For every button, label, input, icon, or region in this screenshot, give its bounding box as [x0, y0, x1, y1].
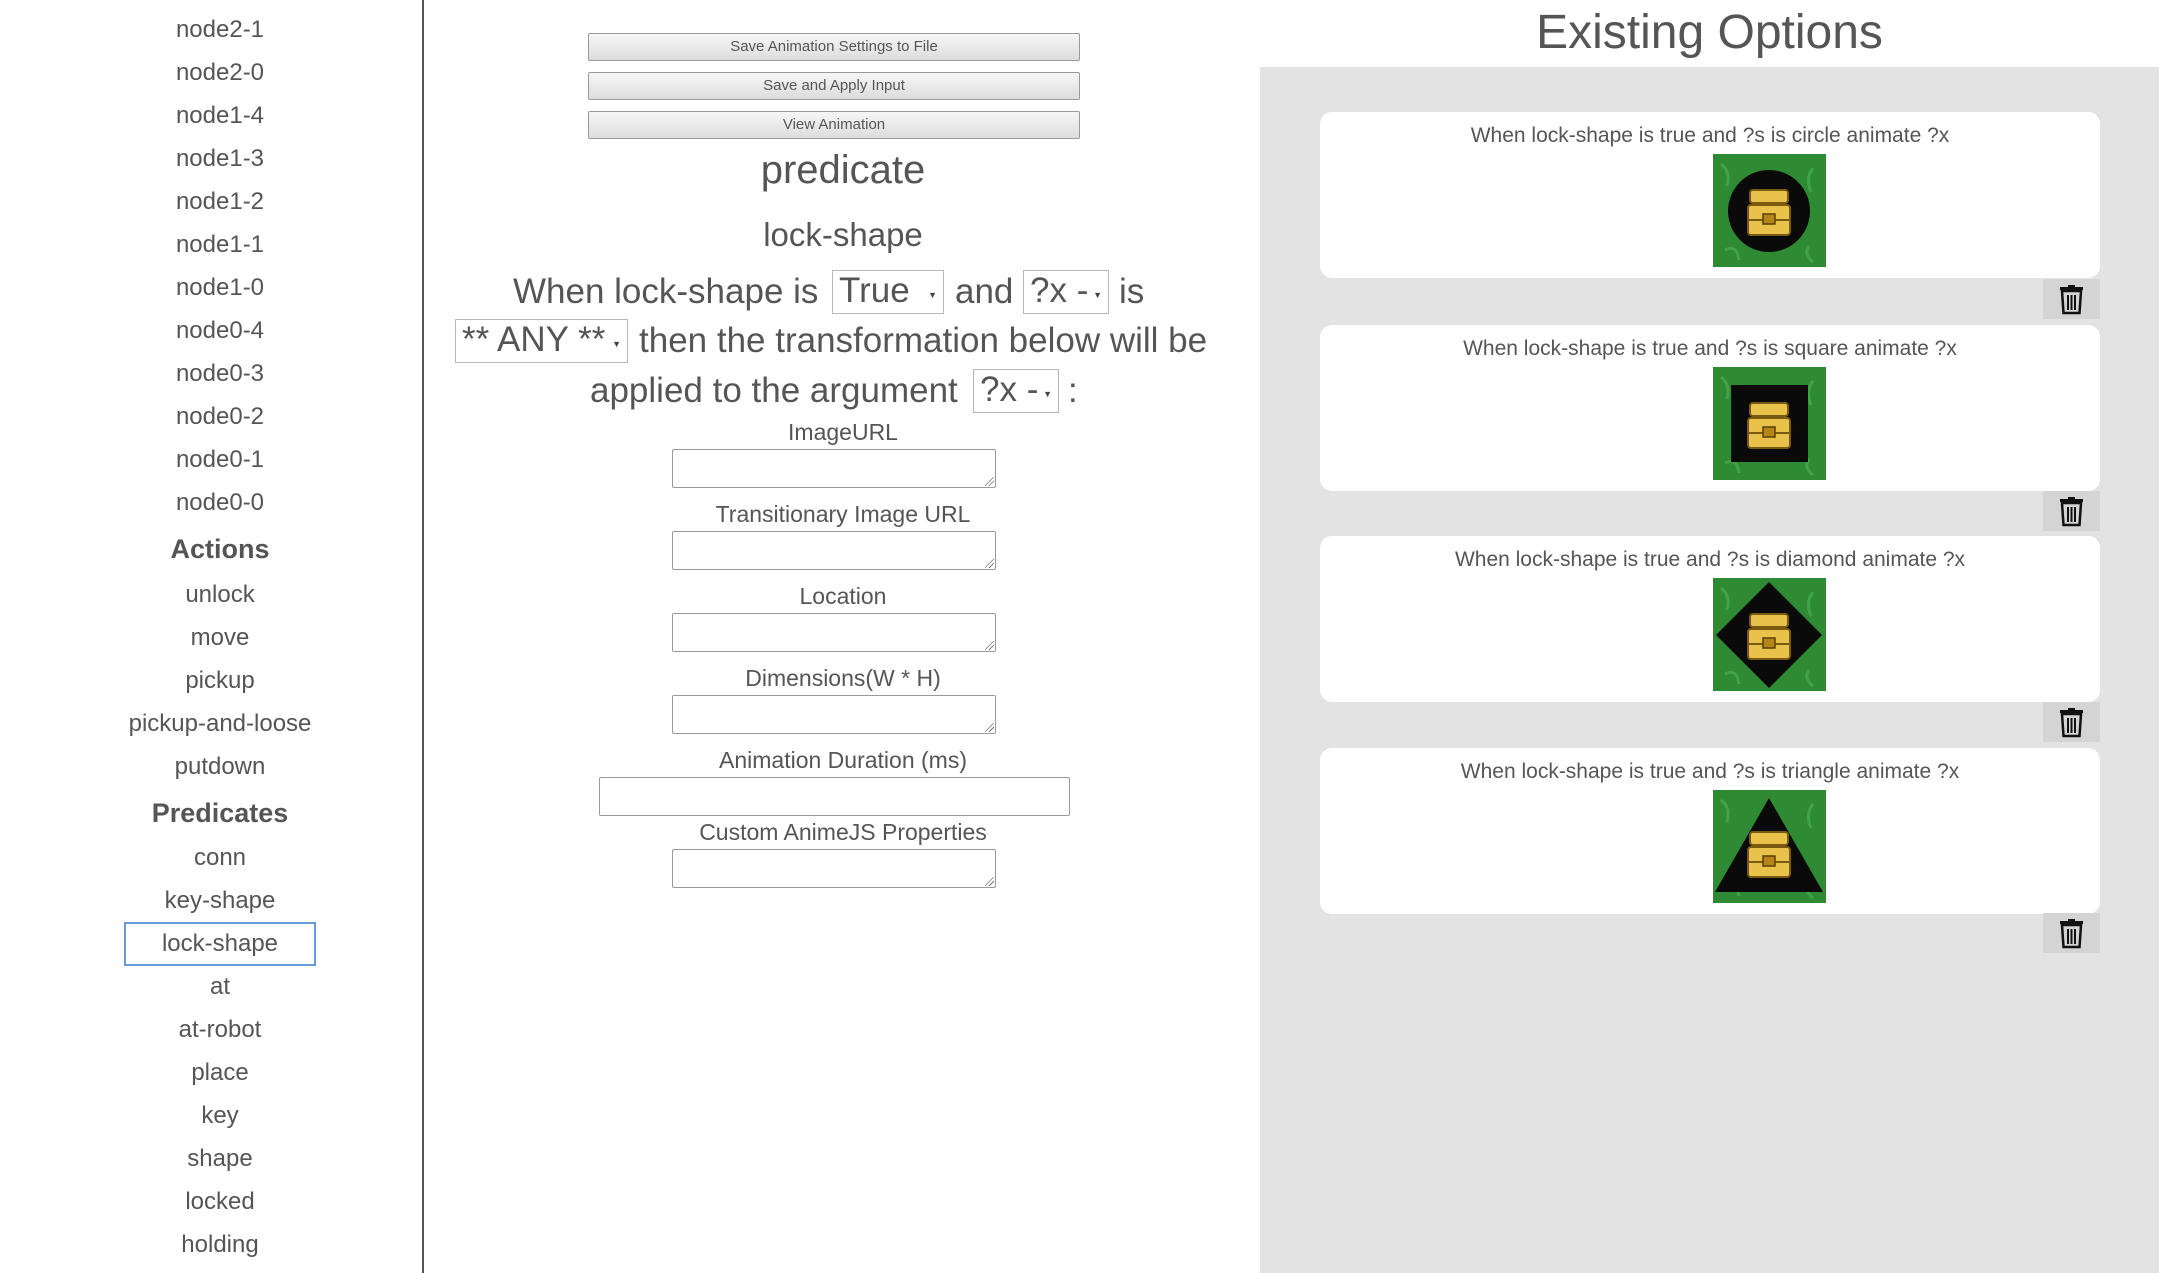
lock-chest-icon [1713, 578, 1826, 691]
sentence-part-4: then the transformation below will be [639, 321, 1208, 360]
sidebar-item-locked[interactable]: locked [0, 1187, 440, 1217]
option-card-triangle[interactable]: When lock-shape is true and ?s is triang… [1320, 748, 2100, 914]
arg-select[interactable]: ?x - ▼ [1023, 270, 1109, 314]
chevron-down-icon: ▼ [1043, 389, 1052, 399]
sidebar-item-pickup-and-loose[interactable]: pickup-and-loose [0, 709, 440, 739]
object-select-value: ** ANY ** [462, 320, 606, 359]
sentence-part-6: : [1068, 371, 1078, 410]
duration-input[interactable] [599, 777, 1070, 816]
save-apply-button[interactable]: Save and Apply Input [588, 72, 1080, 100]
dimensions-label: Dimensions(W * H) [745, 665, 941, 691]
sidebar-item-node0-1[interactable]: node0-1 [0, 445, 440, 475]
sidebar-item-pickup[interactable]: pickup [0, 666, 440, 696]
truth-select[interactable]: True ▼ [832, 270, 944, 314]
sidebar-item-node0-2[interactable]: node0-2 [0, 402, 440, 432]
trash-icon [2060, 497, 2083, 527]
option-card-circle[interactable]: When lock-shape is true and ?s is circle… [1320, 112, 2100, 278]
option-caption: When lock-shape is true and ?s is square… [1463, 337, 1957, 360]
predicates-heading: Predicates [151, 798, 289, 828]
arg-select-value: ?x - [1030, 271, 1089, 310]
existing-options-header: Existing Options [1260, 0, 2159, 67]
custom-properties-label: Custom AnimeJS Properties [699, 819, 987, 845]
delete-option-button[interactable] [2043, 491, 2100, 531]
actions-heading: Actions [170, 534, 270, 564]
custom-properties-input[interactable] [672, 849, 996, 888]
sidebar-item-shape[interactable]: shape [0, 1144, 440, 1174]
sidebar-item-putdown[interactable]: putdown [0, 752, 440, 782]
option-caption: When lock-shape is true and ?s is diamon… [1454, 548, 1966, 571]
existing-options-panel: Existing Options When lock-shape is true… [1260, 0, 2159, 1273]
resize-grip-icon[interactable] [985, 559, 994, 568]
sidebar-item-node1-2[interactable]: node1-2 [0, 187, 440, 217]
sidebar-item-key[interactable]: key [0, 1101, 440, 1131]
sidebar-item-at-robot[interactable]: at-robot [0, 1015, 440, 1045]
trash-icon [2060, 285, 2083, 315]
lock-chest-icon [1713, 154, 1826, 267]
lock-chest-icon [1713, 790, 1826, 903]
resize-grip-icon[interactable] [985, 641, 994, 650]
chevron-down-icon: ▼ [928, 290, 937, 300]
sentence-part-1: When lock-shape is [513, 272, 819, 311]
sentence-part-3: is [1119, 272, 1145, 311]
resize-grip-icon[interactable] [985, 477, 994, 486]
target-select-value: ?x - [980, 370, 1039, 409]
trash-icon [2060, 708, 2083, 738]
view-animation-button[interactable]: View Animation [588, 111, 1080, 139]
transitional-url-label: Transitionary Image URL [715, 501, 971, 527]
transitional-url-input[interactable] [672, 531, 996, 570]
sidebar-item-node2-1[interactable]: node2-1 [0, 15, 440, 45]
delete-option-button[interactable] [2043, 913, 2100, 953]
location-label: Location [799, 583, 887, 609]
sidebar-item-node1-3[interactable]: node1-3 [0, 144, 440, 174]
sidebar-item-place[interactable]: place [0, 1058, 440, 1088]
type-title: predicate [760, 148, 926, 192]
location-input[interactable] [672, 613, 996, 652]
sidebar: node2-1 node2-0 node1-4 node1-3 node1-2 … [0, 0, 424, 1273]
sentence-part-2: and [955, 272, 1014, 311]
sidebar-item-node0-3[interactable]: node0-3 [0, 359, 440, 389]
predicate-name: lock-shape [763, 216, 923, 253]
option-caption: When lock-shape is true and ?s is triang… [1460, 760, 1960, 783]
target-select[interactable]: ?x - ▼ [973, 369, 1059, 413]
save-settings-button[interactable]: Save Animation Settings to File [588, 33, 1080, 61]
sidebar-item-node0-4[interactable]: node0-4 [0, 316, 440, 346]
sidebar-item-node1-4[interactable]: node1-4 [0, 101, 440, 131]
sidebar-item-conn[interactable]: conn [0, 843, 440, 873]
sidebar-item-move[interactable]: move [0, 623, 440, 653]
duration-label: Animation Duration (ms) [719, 747, 967, 773]
sidebar-item-at[interactable]: at [0, 972, 440, 1002]
image-url-label: ImageURL [788, 419, 898, 445]
option-card-diamond[interactable]: When lock-shape is true and ?s is diamon… [1320, 536, 2100, 702]
chevron-down-icon: ▼ [1093, 290, 1102, 300]
animation-form: Save Animation Settings to File Save and… [426, 0, 1260, 1273]
sidebar-item-node0-0[interactable]: node0-0 [0, 488, 440, 518]
delete-option-button[interactable] [2043, 702, 2100, 742]
image-url-input[interactable] [672, 449, 996, 488]
resize-grip-icon[interactable] [985, 723, 994, 732]
lock-chest-icon [1713, 367, 1826, 480]
sidebar-item-unlock[interactable]: unlock [0, 580, 440, 610]
sidebar-item-lock-shape[interactable]: lock-shape [124, 922, 316, 966]
resize-grip-icon[interactable] [985, 877, 994, 886]
option-card-square[interactable]: When lock-shape is true and ?s is square… [1320, 325, 2100, 491]
sidebar-item-key-shape[interactable]: key-shape [0, 886, 440, 916]
chevron-down-icon: ▼ [612, 339, 621, 349]
delete-option-button[interactable] [2043, 279, 2100, 319]
sidebar-item-node2-0[interactable]: node2-0 [0, 58, 440, 88]
trash-icon [2060, 919, 2083, 949]
sidebar-item-node1-0[interactable]: node1-0 [0, 273, 440, 303]
truth-select-value: True [839, 271, 910, 310]
dimensions-input[interactable] [672, 695, 996, 734]
object-select[interactable]: ** ANY ** ▼ [455, 319, 628, 363]
sentence-part-5: applied to the argument [590, 371, 958, 410]
sidebar-item-holding[interactable]: holding [0, 1230, 440, 1260]
option-caption: When lock-shape is true and ?s is circle… [1470, 124, 1950, 147]
sidebar-item-node1-1[interactable]: node1-1 [0, 230, 440, 260]
options-list: When lock-shape is true and ?s is circle… [1260, 67, 2159, 1273]
